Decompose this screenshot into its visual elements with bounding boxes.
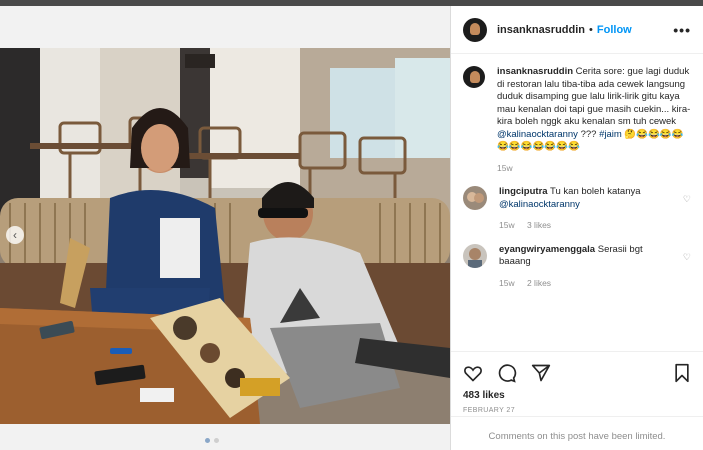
header-separator: • xyxy=(589,23,593,36)
author-avatar[interactable] xyxy=(463,17,487,42)
caption-hashtag[interactable]: #jaim xyxy=(599,129,622,140)
caption-meta: 15w xyxy=(497,162,691,175)
caption-question: ??? xyxy=(580,128,597,140)
comment-likes[interactable]: 2 likes xyxy=(527,278,551,288)
comment-text: Tu kan boleh katanya xyxy=(550,186,641,197)
carousel-dot xyxy=(214,438,219,443)
comment-time[interactable]: 15w xyxy=(499,278,515,288)
author-username[interactable]: insanknasruddin xyxy=(497,24,585,36)
bookmark-icon[interactable] xyxy=(673,363,691,383)
comment-body: lingciputra Tu kan boleh katanya @kalina… xyxy=(499,186,677,232)
comment-meta: 15w 3 likes xyxy=(499,219,677,232)
comment-username[interactable]: eyangwiryamenggala xyxy=(499,244,595,255)
media-pane: ‹ xyxy=(0,6,450,450)
post-header: insanknasruddin • Follow ••• xyxy=(451,6,703,54)
comment-icon[interactable] xyxy=(497,363,517,383)
commenter-avatar[interactable] xyxy=(463,186,487,210)
more-options-icon[interactable]: ••• xyxy=(673,22,691,38)
caption-mention[interactable]: @kalinaocktaranny xyxy=(497,129,578,140)
carousel-indicator xyxy=(205,438,219,443)
post-actions: 483 likes FEBRUARY 27 xyxy=(451,351,703,414)
caption-time[interactable]: 15w xyxy=(497,163,513,173)
share-icon[interactable] xyxy=(531,363,551,383)
comment-time[interactable]: 15w xyxy=(499,220,515,230)
heart-icon[interactable] xyxy=(463,363,483,383)
comment-like-icon[interactable]: ♡ xyxy=(683,252,691,290)
instagram-post-window: ‹ insanknasruddin • Follow ••• insanknas… xyxy=(0,0,703,450)
comment-item: eyangwiryamenggala Serasii bgt baaang 15… xyxy=(463,243,691,290)
likes-count[interactable]: 483 likes xyxy=(463,390,691,401)
carousel-dot-active xyxy=(205,438,210,443)
caption-item: insanknasruddin Cerita sore: gue lagi du… xyxy=(463,66,691,174)
follow-button[interactable]: Follow xyxy=(597,24,632,36)
commenter-avatar[interactable] xyxy=(463,243,487,268)
previous-photo-icon[interactable]: ‹ xyxy=(6,226,24,244)
comments-limited-notice: Comments on this post have been limited. xyxy=(451,416,703,442)
post-photo[interactable] xyxy=(0,48,450,424)
caption-body: insanknasruddin Cerita sore: gue lagi du… xyxy=(497,66,691,174)
comment-mention[interactable]: @kalinaocktaranny xyxy=(499,199,580,210)
comment-like-icon[interactable]: ♡ xyxy=(683,194,691,232)
caption-username[interactable]: insanknasruddin xyxy=(497,66,573,77)
restaurant-photo xyxy=(0,48,450,424)
comment-item: lingciputra Tu kan boleh katanya @kalina… xyxy=(463,186,691,232)
action-icons xyxy=(463,362,691,384)
post-details-pane: insanknasruddin • Follow ••• insanknasru… xyxy=(450,6,703,450)
post-date[interactable]: FEBRUARY 27 xyxy=(463,407,691,414)
caption-avatar[interactable] xyxy=(463,66,485,88)
comment-likes[interactable]: 3 likes xyxy=(527,220,551,230)
comment-username[interactable]: lingciputra xyxy=(499,186,548,197)
comment-body: eyangwiryamenggala Serasii bgt baaang 15… xyxy=(499,244,677,290)
comments-list: insanknasruddin Cerita sore: gue lagi du… xyxy=(451,66,703,348)
comment-meta: 15w 2 likes xyxy=(499,277,677,290)
